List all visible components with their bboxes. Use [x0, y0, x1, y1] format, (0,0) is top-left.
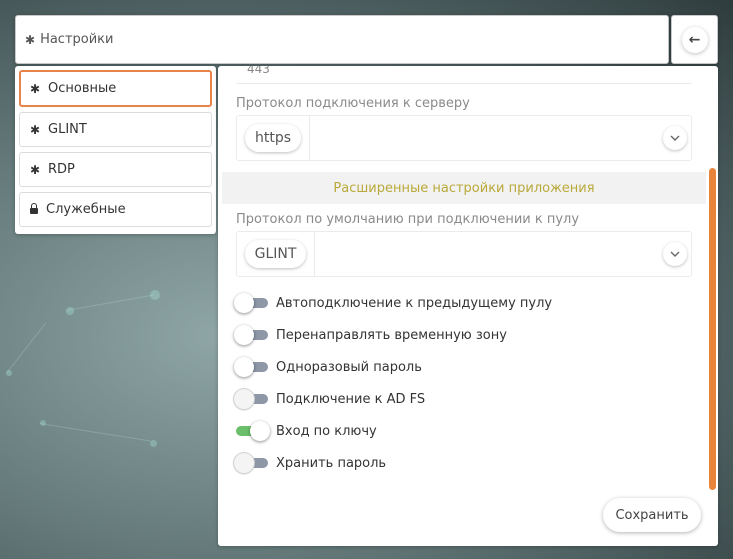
pool-protocol-label: Протокол по умолчанию при подключении к …	[236, 212, 580, 227]
server-protocol-select[interactable]: https	[236, 115, 692, 161]
toggle-switch[interactable]	[234, 325, 270, 345]
selected-value-chip: GLINT	[237, 232, 315, 276]
toggle-switch[interactable]	[234, 421, 270, 441]
sidebar-item-service[interactable]: Служебные	[19, 192, 212, 227]
page-header: ✱ Настройки	[15, 15, 669, 64]
sidebar-item-glint[interactable]: ✱ GLINT	[19, 112, 212, 147]
chevron-down-icon[interactable]	[663, 126, 687, 150]
toggle-label: Хранить пароль	[276, 455, 387, 471]
toggle-label: Одноразовый пароль	[276, 359, 422, 375]
toggle-label: Вход по ключу	[276, 423, 377, 439]
toggle-switch[interactable]	[234, 389, 270, 409]
toggle-row[interactable]: Автоподключение к предыдущему пулу	[234, 291, 552, 315]
selected-value: https	[244, 124, 302, 152]
toggle-label: Автоподключение к предыдущему пулу	[276, 295, 553, 311]
gear-icon: ✱	[30, 162, 41, 177]
chevron-down-icon[interactable]	[663, 242, 687, 266]
sidebar-item-rdp[interactable]: ✱ RDP	[19, 152, 212, 187]
back-button[interactable]: ←	[671, 15, 718, 64]
toggle-switch[interactable]	[234, 453, 270, 473]
sidebar-item-label: Служебные	[46, 202, 126, 217]
toggle-label: Перенаправлять временную зону	[276, 327, 507, 343]
save-button[interactable]: Сохранить	[603, 498, 701, 532]
settings-sidebar: ✱ Основные ✱ GLINT ✱ RDP Служебные	[15, 66, 216, 234]
gear-icon: ✱	[30, 81, 41, 96]
toggle-row[interactable]: Перенаправлять временную зону	[234, 323, 507, 347]
toggle-row[interactable]: Подключение к AD FS	[234, 387, 425, 411]
page-title: Настройки	[40, 32, 114, 47]
settings-panel: 443 Протокол подключения к серверу https…	[218, 66, 718, 546]
advanced-section-header: Расширенные настройки приложения	[222, 172, 706, 204]
toggle-row[interactable]: Хранить пароль	[234, 451, 386, 475]
lock-icon	[30, 203, 38, 214]
previous-field-input[interactable]: 443	[236, 66, 692, 84]
gear-icon: ✱	[25, 32, 36, 47]
sidebar-item-label: Основные	[48, 81, 117, 96]
toggle-row[interactable]: Вход по ключу	[234, 419, 377, 443]
sidebar-item-label: RDP	[48, 162, 75, 177]
toggle-label: Подключение к AD FS	[276, 391, 426, 407]
scrollbar[interactable]	[709, 168, 716, 490]
selected-value: GLINT	[244, 240, 307, 268]
sidebar-item-main[interactable]: ✱ Основные	[19, 70, 212, 107]
section-title: Расширенные настройки приложения	[333, 180, 595, 196]
arrow-left-icon[interactable]: ←	[681, 26, 708, 53]
sidebar-item-label: GLINT	[48, 122, 87, 137]
toggle-switch[interactable]	[234, 357, 270, 377]
pool-protocol-select[interactable]: GLINT	[236, 231, 692, 277]
gear-icon: ✱	[30, 122, 41, 137]
toggle-row[interactable]: Одноразовый пароль	[234, 355, 422, 379]
toggle-switch[interactable]	[234, 293, 270, 313]
selected-value-chip: https	[237, 116, 310, 160]
server-protocol-label: Протокол подключения к серверу	[236, 96, 470, 111]
